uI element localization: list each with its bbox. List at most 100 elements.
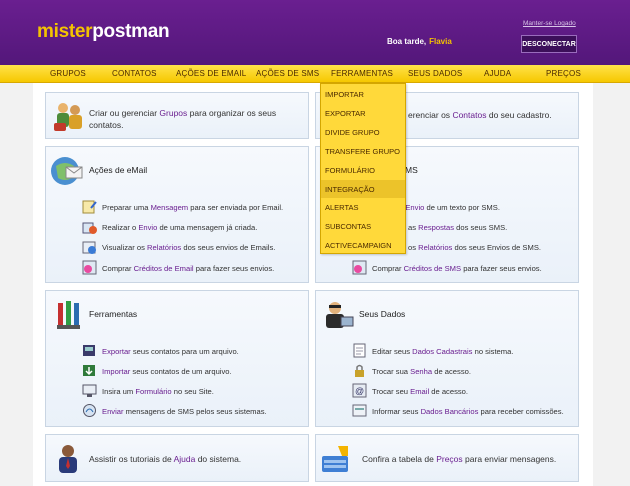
- data-item-0-pre: Editar seus: [372, 347, 410, 356]
- groups-box[interactable]: Criar ou gerenciar Grupos para organizar…: [45, 92, 309, 139]
- email-item-0: Preparar uma Mensagem para ser enviada p…: [102, 203, 283, 212]
- sms-reports-link[interactable]: Relatórios: [418, 243, 452, 252]
- data-email-link[interactable]: Email: [410, 387, 429, 396]
- help-link[interactable]: Ajuda: [174, 454, 196, 464]
- disconnect-button[interactable]: DESCONECTAR: [521, 35, 577, 53]
- keep-logged-link[interactable]: Manter-se Logado: [523, 20, 576, 27]
- nav-grupos[interactable]: GRUPOS: [50, 69, 86, 78]
- prices-text-post: para enviar mensagens.: [465, 454, 557, 464]
- tools-item-1: Importar seus contatos de um arquivo.: [102, 367, 232, 376]
- nav-precos[interactable]: PREÇOS: [546, 69, 581, 78]
- data-item-1-pre: Trocar sua: [372, 367, 409, 376]
- sms-item-1: as Respostas dos seus SMS.: [408, 223, 507, 232]
- user-computer-icon: [326, 302, 354, 328]
- dropdown-item-transfere-grupo[interactable]: TRANSFERE GRUPO: [321, 142, 405, 160]
- send-email-icon: [82, 222, 97, 234]
- tools-export-link[interactable]: Exportar: [102, 347, 131, 356]
- help-text-pre: Assistir os tutoriais de: [89, 454, 172, 464]
- sms-item-3: Comprar Créditos de SMS para fazer seus …: [372, 264, 542, 273]
- sms-send-link[interactable]: Envio: [405, 203, 424, 212]
- email-item-3-pre: Comprar: [102, 264, 132, 273]
- edit-data-icon: [353, 343, 366, 358]
- sms-item-0: o Envio de um texto por SMS.: [399, 203, 500, 212]
- data-item-0-post: no sistema.: [474, 347, 514, 356]
- email-item-1: Realizar o Envio de uma mensagem já cria…: [102, 223, 257, 232]
- dropdown-item-subcontas[interactable]: SUBCONTAS: [321, 217, 405, 235]
- sms-item-0-post: de um texto por SMS.: [426, 203, 500, 212]
- nav-ferramentas[interactable]: FERRAMENTAS: [331, 69, 393, 78]
- tools-import-link[interactable]: Importar: [102, 367, 130, 376]
- tutor-person-icon: [59, 445, 77, 473]
- email-credits-link[interactable]: Créditos de Email: [134, 264, 194, 273]
- at-email-icon: @: [352, 383, 367, 398]
- greeting-text: Boa tarde,: [387, 37, 427, 46]
- help-box[interactable]: Assistir os tutoriais de Ajuda do sistem…: [45, 434, 309, 482]
- dropdown-item-importar[interactable]: IMPORTAR: [321, 85, 405, 103]
- data-item-2: Trocar seu Email de acesso.: [372, 387, 468, 396]
- email-reports-link[interactable]: Relatórios: [147, 243, 181, 252]
- nav-contatos[interactable]: CONTATOS: [112, 69, 157, 78]
- nav-seus-dados[interactable]: SEUS DADOS: [408, 69, 462, 78]
- data-item-3-pre: Informar seus: [372, 407, 419, 416]
- prices-link[interactable]: Preços: [436, 454, 462, 464]
- email-credits-icon: [82, 260, 97, 275]
- group-people-icon: [54, 103, 82, 131]
- email-send-link[interactable]: Envio: [138, 223, 157, 232]
- nav-acoes-email[interactable]: AÇÕES DE EMAIL: [176, 69, 246, 78]
- data-password-link[interactable]: Senha: [410, 367, 432, 376]
- tools-title: Ferramentas: [89, 309, 138, 319]
- main-nav: GRUPOS CONTATOS AÇÕES DE EMAIL AÇÕES DE …: [0, 65, 630, 83]
- data-bank-link[interactable]: Dados Bancários: [421, 407, 479, 416]
- email-reports-icon: [82, 241, 96, 254]
- tools-item-2-post: no seu Site.: [173, 387, 214, 396]
- contacts-link[interactable]: Contatos: [452, 110, 486, 120]
- sms-item-3-post: para fazer seus envios.: [463, 264, 542, 273]
- prices-box[interactable]: Confira a tabela de Preços para enviar m…: [315, 434, 579, 482]
- your-data-title: Seus Dados: [359, 309, 406, 319]
- sms-actions-title-tail: MS: [405, 165, 418, 175]
- nav-ajuda[interactable]: AJUDA: [484, 69, 511, 78]
- logo-part-mister: mister: [37, 21, 93, 42]
- data-item-0: Editar seus Dados Cadastrais no sistema.: [372, 347, 513, 356]
- tools-send-link[interactable]: Enviar: [102, 407, 124, 416]
- contacts-text-post: do seu cadastro.: [488, 110, 552, 120]
- groups-text-line2: contatos.: [89, 120, 124, 130]
- logo-part-postman: postman: [92, 21, 170, 42]
- help-box-text: Assistir os tutoriais de Ajuda do sistem…: [89, 453, 241, 465]
- import-icon: [83, 365, 95, 376]
- tools-item-2-pre: Insira um: [102, 387, 134, 396]
- sms-credits-link[interactable]: Créditos de SMS: [404, 264, 461, 273]
- greeting: Boa tarde, Flavia: [387, 37, 452, 46]
- email-item-2: Visualizar os Relatórios dos seus envios…: [102, 243, 275, 252]
- dropdown-item-alertas[interactable]: ALERTAS: [321, 198, 405, 216]
- data-item-2-pre: Trocar seu: [372, 387, 409, 396]
- dropdown-item-activecampaign[interactable]: ACTIVECAMPAIGN: [321, 236, 405, 254]
- email-globe-icon: [51, 157, 83, 185]
- email-actions-title: Ações de eMail: [89, 165, 148, 175]
- dropdown-item-formulario[interactable]: FORMULÁRIO: [321, 161, 405, 179]
- header: misterpostman Manter-se Logado Boa tarde…: [0, 0, 630, 65]
- lock-icon: [355, 364, 364, 377]
- email-item-1-post: de uma mensagem já criada.: [159, 223, 258, 232]
- dropdown-item-integracao[interactable]: INTEGRAÇÃO: [321, 180, 405, 198]
- email-item-0-post: para ser enviada por Email.: [190, 203, 284, 212]
- email-item-3-post: para fazer seus envios.: [195, 264, 275, 273]
- data-registration-link[interactable]: Dados Cadastrais: [412, 347, 472, 356]
- tools-item-3-post: mensagens de SMS pelos seus sistemas.: [125, 407, 267, 416]
- nav-acoes-sms[interactable]: AÇÕES DE SMS: [256, 69, 319, 78]
- logo[interactable]: misterpostman: [37, 21, 170, 43]
- sms-replies-link[interactable]: Respostas: [418, 223, 454, 232]
- sms-item-2: os Relatórios dos seus Envios de SMS.: [408, 243, 541, 252]
- email-item-0-pre: Preparar uma: [102, 203, 149, 212]
- bank-data-icon: [352, 404, 367, 417]
- ferramentas-dropdown: IMPORTAR EXPORTAR DIVIDE GRUPO TRANSFERE…: [320, 83, 406, 254]
- tools-item-2: Insira um Formulário no seu Site.: [102, 387, 214, 396]
- email-message-link[interactable]: Mensagem: [151, 203, 189, 212]
- groups-text-post: para organizar os seus: [189, 108, 277, 118]
- tools-form-link[interactable]: Formulário: [135, 387, 171, 396]
- dropdown-item-exportar[interactable]: EXPORTAR: [321, 104, 405, 122]
- groups-link[interactable]: Grupos: [159, 108, 187, 118]
- data-item-1: Trocar sua Senha de acesso.: [372, 367, 471, 376]
- email-item-1-pre: Realizar o: [102, 223, 137, 232]
- dropdown-item-divide-grupo[interactable]: DIVIDE GRUPO: [321, 123, 405, 141]
